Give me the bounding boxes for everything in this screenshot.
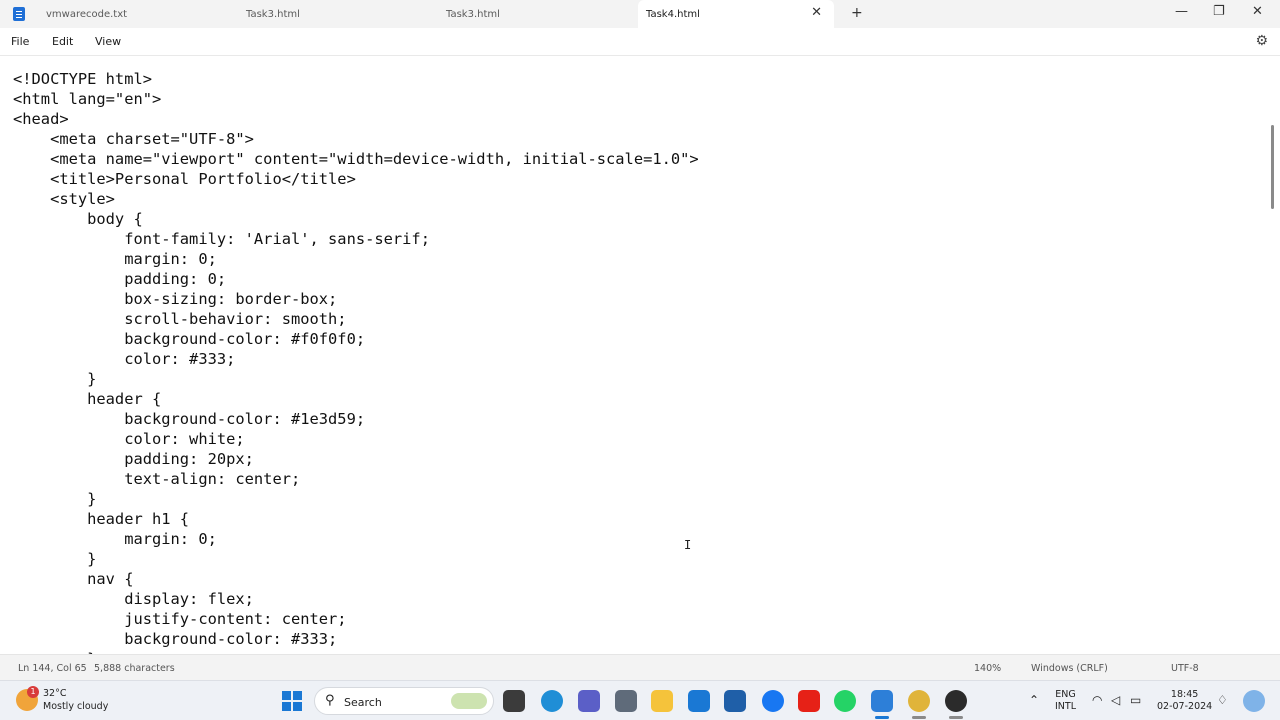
status-bar: Ln 144, Col 65 5,888 characters 140% Win… (0, 654, 1280, 680)
tab-label: Task4.html (646, 9, 700, 20)
cursor-position: Ln 144, Col 65 (18, 663, 87, 674)
youtube-icon[interactable] (798, 690, 820, 712)
code-line[interactable]: scroll-behavior: smooth; (13, 309, 699, 329)
minimize-icon[interactable]: — (1175, 4, 1188, 19)
language-layout: INTL (1055, 701, 1077, 712)
store-icon[interactable] (724, 690, 746, 712)
restore-icon[interactable]: ❐ (1213, 4, 1225, 19)
mail-icon[interactable] (688, 690, 710, 712)
code-line[interactable]: margin: 0; (13, 529, 699, 549)
code-line[interactable]: } (13, 549, 699, 569)
code-content[interactable]: <!DOCTYPE html> <html lang="en"> <head> <m… (13, 69, 699, 654)
code-line[interactable]: <meta name="viewport" content="width=dev… (13, 149, 699, 169)
tab-task3-second[interactable]: Task3.html (438, 0, 638, 28)
close-tab-icon[interactable]: ✕ (811, 5, 822, 20)
weather-temperature: 32°C (43, 688, 67, 699)
volume-icon[interactable]: ◁ (1111, 693, 1120, 707)
code-line[interactable]: background-color: #1e3d59; (13, 409, 699, 429)
edge-browser-icon[interactable] (541, 690, 563, 712)
running-app-indicator (949, 716, 963, 719)
code-line[interactable]: nav { (13, 569, 699, 589)
notifications-bell-icon[interactable]: ♢ (1217, 693, 1228, 707)
code-line[interactable]: justify-content: center; (13, 609, 699, 629)
code-line[interactable]: <html lang="en"> (13, 89, 699, 109)
search-highlight-icon (451, 693, 487, 709)
menu-file[interactable]: File (11, 35, 29, 48)
wifi-icon[interactable]: ◠ (1092, 693, 1102, 707)
code-line[interactable]: <head> (13, 109, 699, 129)
tab-vmwarecode[interactable]: vmwarecode.txt (38, 0, 238, 28)
code-line[interactable]: display: flex; (13, 589, 699, 609)
text-cursor-icon: I (684, 538, 692, 552)
code-line[interactable]: box-sizing: border-box; (13, 289, 699, 309)
code-line[interactable]: <!DOCTYPE html> (13, 69, 699, 89)
taskbar-search[interactable]: ⚲ Search (314, 687, 494, 715)
title-bar: vmwarecode.txt Task3.html Task3.html Tas… (0, 0, 1280, 28)
tab-label: Task3.html (446, 9, 500, 20)
code-line[interactable]: text-align: center; (13, 469, 699, 489)
start-button[interactable] (282, 691, 302, 711)
date: 02-07-2024 (1157, 701, 1213, 712)
code-line[interactable]: color: white; (13, 429, 699, 449)
code-line[interactable]: padding: 20px; (13, 449, 699, 469)
line-ending[interactable]: Windows (CRLF) (1031, 663, 1108, 674)
code-line[interactable]: color: #333; (13, 349, 699, 369)
active-app-indicator (875, 716, 889, 719)
notification-badge: 1 (27, 686, 39, 698)
encoding[interactable]: UTF-8 (1171, 663, 1199, 674)
vertical-scrollbar[interactable] (1271, 125, 1274, 209)
search-label: Search (344, 696, 382, 709)
whatsapp-icon[interactable] (834, 690, 856, 712)
facebook-icon[interactable] (762, 690, 784, 712)
code-line[interactable]: background-color: #f0f0f0; (13, 329, 699, 349)
notepad-taskbar-icon[interactable] (871, 690, 893, 712)
running-app-indicator (912, 716, 926, 719)
taskbar: 1 32°C Mostly cloudy ⚲ Search ⌃ ENG INTL… (0, 680, 1280, 720)
zoom-level[interactable]: 140% (974, 663, 1001, 674)
tab-task4[interactable]: Task4.html ✕ (638, 0, 834, 28)
code-line[interactable]: body { (13, 209, 699, 229)
task-view-icon[interactable] (503, 690, 525, 712)
code-line[interactable]: <style> (13, 189, 699, 209)
camera-icon[interactable] (615, 690, 637, 712)
teams-icon[interactable] (578, 690, 600, 712)
code-line[interactable]: <meta charset="UTF-8"> (13, 129, 699, 149)
clock[interactable]: 18:45 02-07-2024 (1157, 689, 1212, 713)
search-icon: ⚲ (325, 693, 335, 708)
code-line[interactable]: background-color: #333; (13, 629, 699, 649)
new-tab-button[interactable]: + (851, 5, 863, 21)
menu-bar: File Edit View ⚙ (0, 28, 1280, 56)
code-line[interactable]: font-family: 'Arial', sans-serif; (13, 229, 699, 249)
code-line[interactable]: <title>Personal Portfolio</title> (13, 169, 699, 189)
chrome-profile-icon[interactable] (945, 690, 967, 712)
character-count: 5,888 characters (94, 663, 175, 674)
code-line[interactable]: header h1 { (13, 509, 699, 529)
battery-icon[interactable]: ▭ (1130, 693, 1141, 707)
language-code: ENG (1055, 689, 1076, 700)
code-line[interactable]: header { (13, 389, 699, 409)
code-line[interactable]: margin: 0; (13, 249, 699, 269)
time: 18:45 (1170, 689, 1199, 700)
menu-edit[interactable]: Edit (52, 35, 73, 48)
tab-label: Task3.html (246, 9, 300, 20)
weather-condition: Mostly cloudy (43, 701, 109, 712)
code-line[interactable]: } (13, 489, 699, 509)
text-editor[interactable]: <!DOCTYPE html> <html lang="en"> <head> <m… (0, 57, 1280, 654)
tab-task3-first[interactable]: Task3.html (238, 0, 438, 28)
file-explorer-icon[interactable] (651, 690, 673, 712)
notepad-icon (13, 7, 25, 21)
code-line[interactable]: padding: 0; (13, 269, 699, 289)
close-window-icon[interactable]: ✕ (1252, 4, 1263, 19)
settings-gear-icon[interactable]: ⚙ (1255, 33, 1268, 49)
menu-view[interactable]: View (95, 35, 121, 48)
tab-label: vmwarecode.txt (46, 9, 128, 20)
copilot-icon[interactable] (1243, 690, 1265, 712)
code-line[interactable]: } (13, 369, 699, 389)
language-indicator[interactable]: ENG INTL (1055, 689, 1076, 713)
show-hidden-icons-chevron-icon[interactable]: ⌃ (1029, 693, 1039, 707)
chrome-icon[interactable] (908, 690, 930, 712)
